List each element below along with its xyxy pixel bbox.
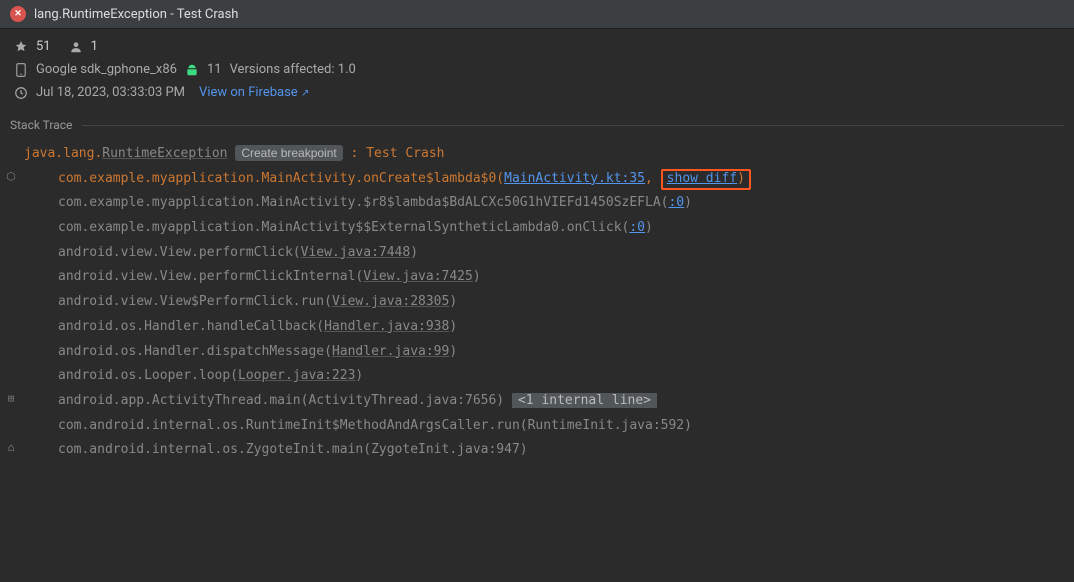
frame-text: com.example.myapplication.MainActivity$$… [58, 220, 629, 235]
frame-text: android.app.ActivityThread.main(Activity… [58, 393, 512, 408]
source-link[interactable]: Handler.java:938 [324, 319, 449, 334]
device-label: Google sdk_gphone_x86 [36, 62, 177, 77]
external-link-icon: ↗ [301, 88, 309, 99]
source-link[interactable]: :0 [629, 220, 645, 235]
source-link[interactable]: View.java:7448 [301, 245, 411, 260]
stack-frame: com.android.internal.os.RuntimeInit$Meth… [24, 414, 1064, 439]
frame-sep: , [645, 171, 661, 186]
metadata-panel: 51 1 Google sdk_gphone_x86 11 Versions a… [0, 29, 1074, 112]
timestamp-label: Jul 18, 2023, 03:33:03 PM [36, 85, 185, 100]
stack-frame: android.view.View.performClick(View.java… [24, 241, 1064, 266]
exception-line: java.lang.RuntimeException Create breakp… [24, 142, 1064, 167]
stack-frame: ⌂com.android.internal.os.ZygoteInit.main… [24, 438, 1064, 463]
exception-class-link[interactable]: RuntimeException [102, 146, 227, 161]
close-paren: ) [449, 319, 457, 334]
user-icon [69, 40, 83, 54]
close-paren: ) [449, 294, 457, 309]
frame-text: android.os.Handler.dispatchMessage( [58, 344, 332, 359]
stack-frame: ⬡com.example.myapplication.MainActivity.… [24, 167, 1064, 192]
gutter-icon[interactable]: ⊞ [4, 389, 18, 410]
stack-frame: ⊞android.app.ActivityThread.main(Activit… [24, 389, 1064, 414]
close-paren: ) [684, 195, 692, 210]
section-label: Stack Trace [10, 118, 72, 132]
source-link[interactable]: :0 [668, 195, 684, 210]
show-diff-link[interactable]: show diff [667, 171, 737, 186]
frame-text: com.example.myapplication.MainActivity.$… [58, 195, 668, 210]
show-diff-highlight: show diff) [661, 169, 751, 190]
source-link[interactable]: Looper.java:223 [238, 368, 355, 383]
clock-icon [14, 86, 28, 100]
stack-frame: android.os.Looper.loop(Looper.java:223) [24, 364, 1064, 389]
exception-package: java.lang. [24, 146, 102, 161]
stack-frame: com.example.myapplication.MainActivity.$… [24, 191, 1064, 216]
source-link[interactable]: MainActivity.kt:35 [504, 171, 645, 186]
stack-frame: android.view.View$PerformClick.run(View.… [24, 290, 1064, 315]
frame-text: com.android.internal.os.RuntimeInit$Meth… [58, 418, 692, 433]
frame-text: com.example.myapplication.MainActivity.o… [58, 171, 504, 186]
stack-trace-header: Stack Trace [0, 112, 1074, 138]
source-link[interactable]: View.java:7425 [363, 269, 473, 284]
stack-frame: android.os.Handler.handleCallback(Handle… [24, 315, 1064, 340]
frame-text: android.view.View.performClickInternal( [58, 269, 363, 284]
user-count: 1 [91, 39, 98, 54]
crash-icon [14, 40, 28, 54]
android-api: 11 [207, 62, 222, 77]
phone-icon [14, 63, 28, 77]
close-icon[interactable] [10, 6, 26, 22]
crash-count: 51 [36, 39, 51, 54]
title-bar: lang.RuntimeException - Test Crash [0, 0, 1074, 29]
stack-trace-body: java.lang.RuntimeException Create breakp… [0, 138, 1074, 473]
stack-frame: com.example.myapplication.MainActivity$$… [24, 216, 1064, 241]
gutter-icon[interactable]: ⌂ [4, 438, 18, 459]
frame-text: android.os.Handler.handleCallback( [58, 319, 324, 334]
source-link[interactable]: View.java:28305 [332, 294, 449, 309]
frame-text: com.android.internal.os.ZygoteInit.main(… [58, 442, 528, 457]
versions-label: Versions affected: 1.0 [230, 62, 356, 77]
close-paren: ) [645, 220, 653, 235]
source-link[interactable]: Handler.java:99 [332, 344, 449, 359]
stack-frame: android.view.View.performClickInternal(V… [24, 265, 1064, 290]
frame-text: android.view.View$PerformClick.run( [58, 294, 332, 309]
frame-text: android.os.Looper.loop( [58, 368, 238, 383]
close-paren: ) [449, 344, 457, 359]
stack-frame: android.os.Handler.dispatchMessage(Handl… [24, 340, 1064, 365]
window-title: lang.RuntimeException - Test Crash [34, 7, 238, 22]
exception-message: Test Crash [366, 146, 444, 161]
counts-row: 51 1 [14, 39, 1060, 54]
firebase-link[interactable]: View on Firebase ↗ [199, 85, 309, 100]
create-breakpoint-button[interactable]: Create breakpoint [235, 145, 342, 161]
close-paren: ) [410, 245, 418, 260]
exception-sep: : [343, 146, 366, 161]
timestamp-row: Jul 18, 2023, 03:33:03 PM View on Fireba… [14, 85, 1060, 100]
gutter-icon[interactable]: ⬡ [4, 167, 18, 188]
device-row: Google sdk_gphone_x86 11 Versions affect… [14, 62, 1060, 77]
internal-line-badge[interactable]: <1 internal line> [512, 393, 657, 408]
header-divider [82, 125, 1064, 126]
android-icon [185, 63, 199, 77]
close-paren: ) [355, 368, 363, 383]
close-paren: ) [473, 269, 481, 284]
frame-text: android.view.View.performClick( [58, 245, 301, 260]
close-paren: ) [737, 171, 745, 186]
